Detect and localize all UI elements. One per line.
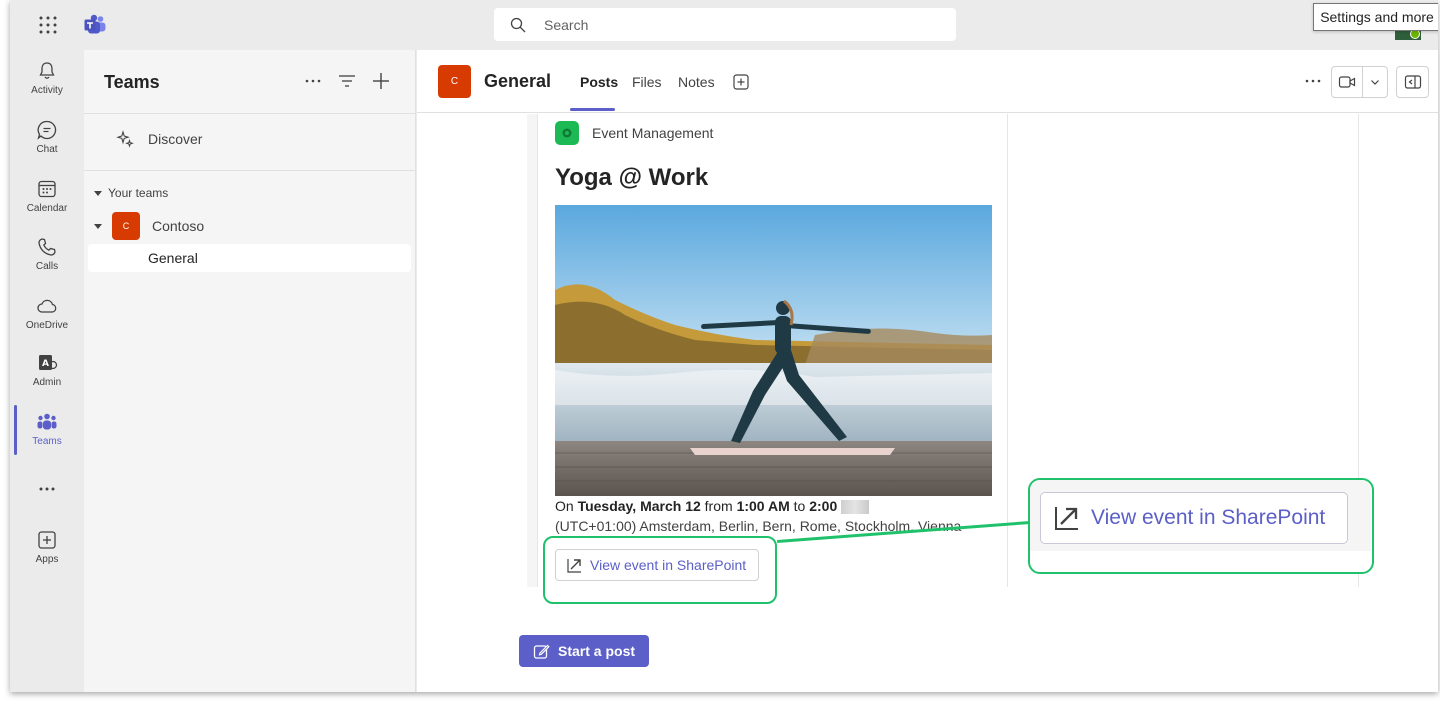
teams-icon [37,413,57,430]
channel-main: C General Posts Files Notes Event Manage [417,50,1438,692]
app-rail: Activity Chat Calendar Calls OneDrive A … [10,50,84,692]
search-icon [510,17,526,32]
meet-now-button[interactable] [1331,66,1388,98]
event-start: 1:00 AM [736,498,790,514]
teams-panel: Teams Discover Your teams C Contoso Gene… [84,50,416,692]
active-tab-indicator [570,108,615,111]
calendar-icon [38,180,56,198]
rail-label: Chat [36,144,58,155]
chat-icon [37,120,57,140]
admin-icon: A [39,355,58,370]
rail-item-calls[interactable]: Calls [10,234,84,286]
rail-item-calendar[interactable]: Calendar [10,176,84,228]
event-end: 2:00 [809,498,838,514]
channel-title: General [484,71,552,91]
settings-tooltip: Settings and more [1313,3,1438,31]
rail-item-teams[interactable]: Teams [10,409,84,461]
apps-icon [38,531,56,549]
rail-item-chat[interactable]: Chat [10,117,84,169]
rail-item-onedrive[interactable]: OneDrive [10,293,84,345]
panel-divider [84,170,416,171]
panel-actions [302,70,392,92]
event-to: to [793,498,806,514]
app-launcher-icon[interactable] [38,15,58,35]
app-name: Event Management [592,125,714,141]
discover-link[interactable]: Discover [116,130,202,148]
event-datetime: On Tuesday, March 12 from 1:00 AM to 2:0… [555,498,870,515]
event-date: Tuesday, March 12 [577,498,701,514]
more-icon [39,487,55,491]
cloud-icon [37,299,57,313]
rail-item-activity[interactable]: Activity [10,58,84,110]
discover-label: Discover [148,131,203,147]
view-event-sharepoint-button-zoomed[interactable]: View event in SharePoint [1040,492,1348,544]
teams-window: Search Settings and more Activity Chat C… [10,0,1438,692]
tab-files[interactable]: Files [632,74,662,90]
compose-icon [533,644,550,659]
side-pane-icon [1404,75,1421,89]
video-camera-icon [1339,76,1356,88]
channel-header: C General Posts Files Notes [417,50,1438,113]
rail-label: Calls [35,261,59,272]
redacted-text [841,500,870,515]
view-event-label: View event in SharePoint [1091,506,1326,529]
rail-item-admin[interactable]: A Admin [10,350,84,402]
zoom-callout: View event in SharePoint [1028,478,1374,574]
yoga-event-image [555,205,992,496]
search-placeholder: Search [544,16,589,33]
top-bar: Search Settings and more [10,0,1438,50]
event-prefix: On [555,498,574,514]
filter-icon[interactable] [336,70,358,92]
team-name: Contoso [152,218,205,234]
add-icon[interactable] [370,70,392,92]
add-tab-icon[interactable] [733,74,749,90]
rail-item-more[interactable] [10,476,84,528]
team-item-contoso[interactable]: C Contoso [94,212,204,240]
bell-icon [39,62,55,79]
chevron-down-icon [1371,80,1380,85]
caret-down-icon [94,223,102,229]
panel-title: Teams [104,72,160,92]
event-management-app-icon [555,121,579,145]
event-card: Event Management Yoga @ Work On Tuesday,… [537,114,1008,587]
caret-down-icon [94,190,102,196]
tab-posts[interactable]: Posts [580,74,618,90]
open-external-icon [1055,507,1078,530]
search-bar[interactable]: Search [494,8,956,41]
rail-label: Activity [31,85,63,96]
highlight-box [543,536,777,604]
team-avatar: C [112,212,140,240]
teams-logo-icon [84,14,106,34]
rail-label: Apps [35,554,59,565]
more-options-icon[interactable] [1303,71,1323,91]
phone-icon [38,238,56,256]
event-from: from [704,498,733,514]
rail-label: Teams [32,436,62,447]
start-post-label: Start a post [558,643,636,659]
channel-avatar: C [438,65,471,98]
your-teams-label: Your teams [108,186,169,200]
open-pane-button[interactable] [1396,66,1429,98]
rail-item-apps[interactable]: Apps [10,527,84,579]
your-teams-header[interactable]: Your teams [94,186,168,200]
rail-label: Calendar [26,203,68,214]
rail-label: OneDrive [25,320,69,331]
rail-label: Admin [32,377,62,388]
more-options-icon[interactable] [302,70,324,92]
svg-text:A: A [42,359,49,369]
card-app-header: Event Management [555,121,713,145]
tab-notes[interactable]: Notes [678,74,715,90]
event-title: Yoga @ Work [555,164,709,191]
channel-item-general[interactable]: General [88,244,411,272]
start-post-button[interactable]: Start a post [519,635,649,667]
sparkle-icon [116,130,134,148]
panel-divider [84,113,416,114]
